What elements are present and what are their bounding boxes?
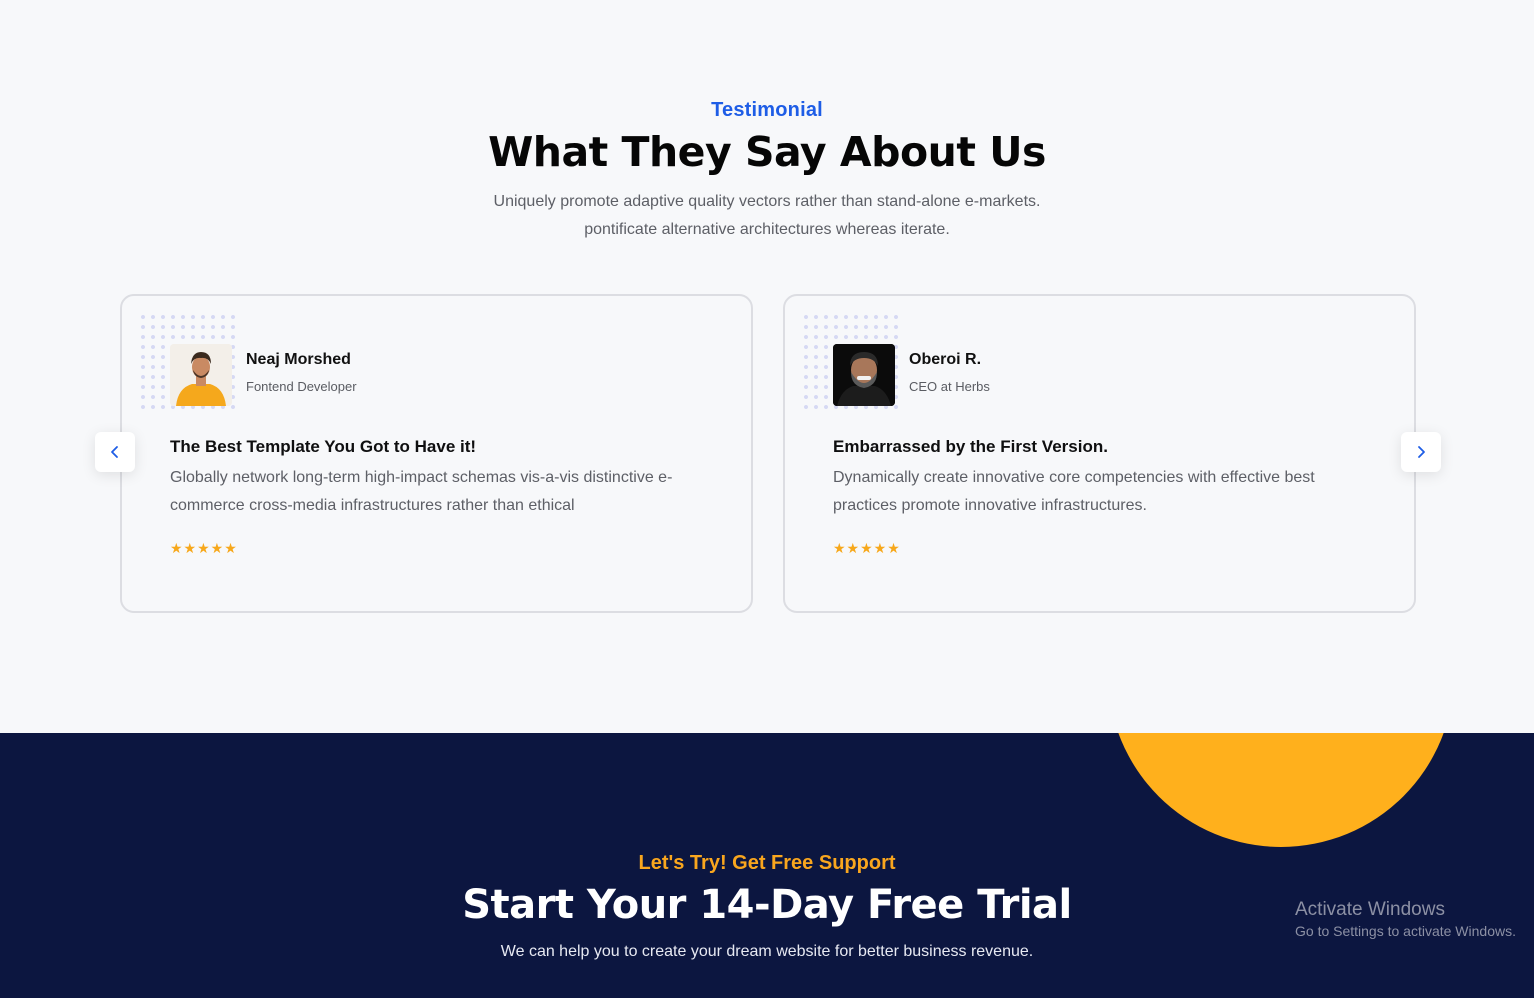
chevron-left-icon [111,446,118,458]
section-eyebrow: Testimonial [711,99,823,121]
quote-body: Dynamically create innovative core compe… [833,469,1315,514]
person-name: Oberoi R. [909,351,982,368]
avatar [833,344,895,406]
section-subtitle-line1: Uniquely promote adaptive quality vector… [493,193,1041,210]
quote-title: The Best Template You Got to Have it! [170,437,477,456]
star-rating: ★★★★★ [833,541,901,557]
testimonial-section: Testimonial What They Say About Us Uniqu… [0,0,1534,733]
person-role: Fontend Developer [246,379,357,394]
cta-eyebrow: Let's Try! Get Free Support [638,852,896,874]
carousel-next-button[interactable] [1401,432,1441,472]
testimonial-card: Oberoi R. CEO at Herbs Embarrassed by th… [783,294,1416,613]
star-rating: ★★★★★ [170,541,238,557]
avatar [170,344,232,406]
person-name: Neaj Morshed [246,351,351,368]
section-subtitle-line2: pontificate alternative architectures wh… [584,221,950,238]
testimonial-card: Neaj Morshed Fontend Developer The Best … [120,294,753,613]
carousel-prev-button[interactable] [95,432,135,472]
watermark-line1: Activate Windows [1295,899,1445,920]
person-role: CEO at Herbs [909,379,990,394]
quote-body: Globally network long-term high-impact s… [170,469,673,514]
quote-title: Embarrassed by the First Version. [833,437,1108,456]
windows-activation-watermark: Activate Windows Go to Settings to activ… [1295,899,1516,939]
free-trial-cta-section: Let's Try! Get Free Support Start Your 1… [0,733,1534,998]
decorative-circle [1108,733,1454,847]
section-title: What They Say About Us [488,128,1046,176]
chevron-right-icon [1418,446,1425,458]
watermark-line2: Go to Settings to activate Windows. [1295,923,1516,939]
cta-subtitle: We can help you to create your dream web… [500,943,1034,960]
section-subtitle: Uniquely promote adaptive quality vector… [467,188,1067,244]
